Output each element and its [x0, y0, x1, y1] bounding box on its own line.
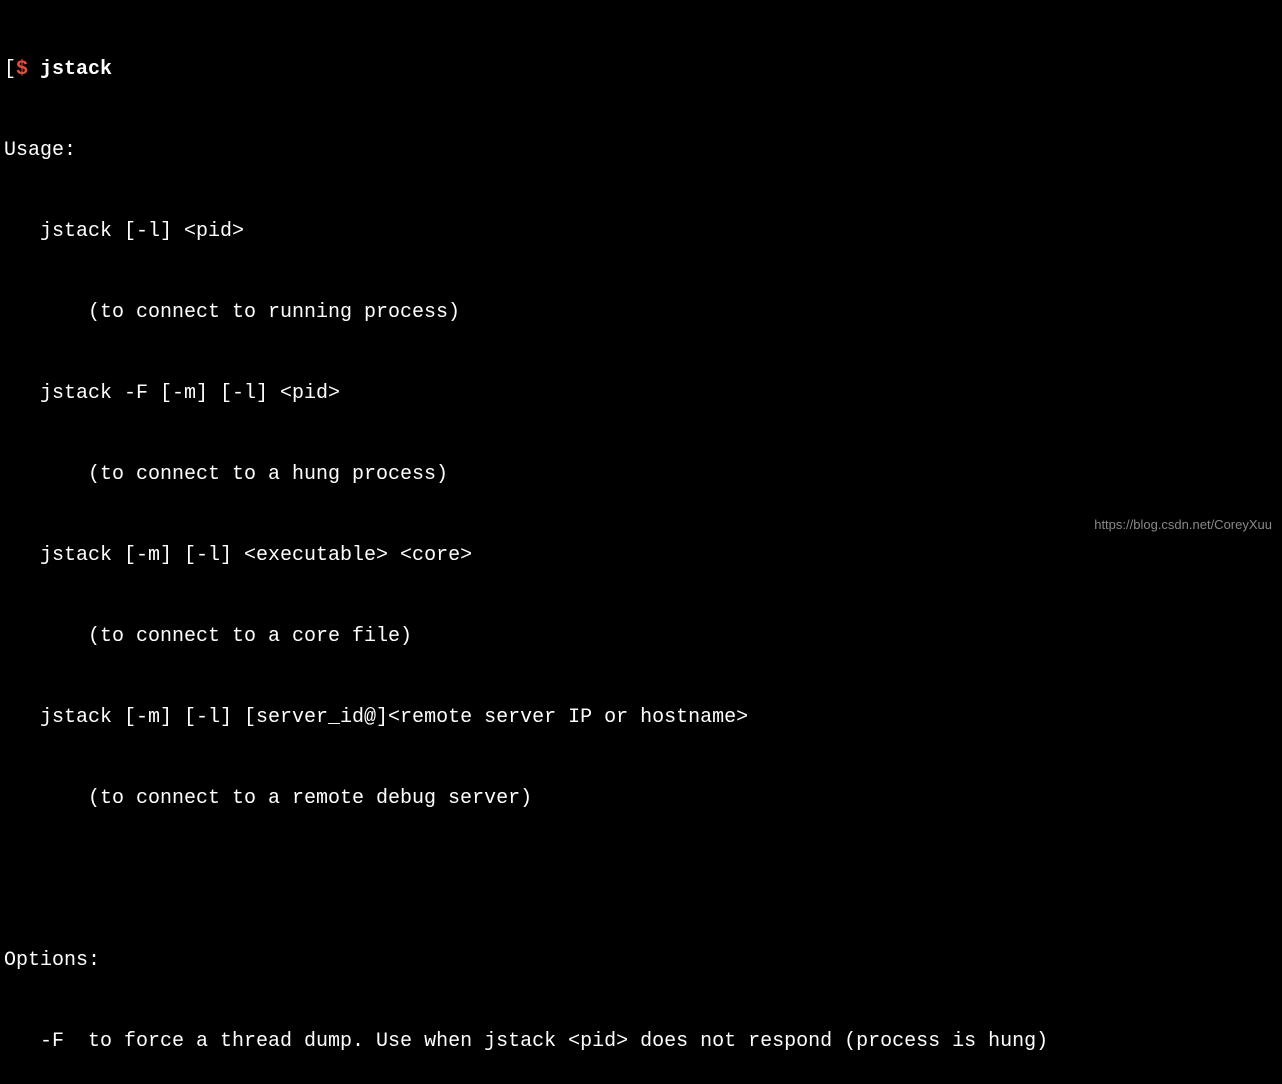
usage-line: jstack -F [-m] [-l] <pid>: [4, 380, 1278, 407]
usage-line: jstack [-m] [-l] <executable> <core>: [4, 542, 1278, 569]
usage-line: (to connect to a hung process): [4, 461, 1278, 488]
command-input: jstack: [40, 58, 112, 81]
watermark-text: https://blog.csdn.net/CoreyXuu: [1094, 516, 1272, 534]
prompt-bracket: [: [4, 58, 16, 81]
usage-line: (to connect to a core file): [4, 623, 1278, 650]
usage-line: (to connect to a remote debug server): [4, 785, 1278, 812]
option-line: -F to force a thread dump. Use when jsta…: [4, 1028, 1278, 1055]
usage-line: jstack [-l] <pid>: [4, 218, 1278, 245]
prompt-dollar: $: [16, 58, 28, 81]
usage-header: Usage:: [4, 137, 1278, 164]
blank-line: [4, 866, 1278, 893]
prompt-line[interactable]: [$ jstack: [4, 56, 1278, 83]
usage-line: (to connect to running process): [4, 299, 1278, 326]
usage-line: jstack [-m] [-l] [server_id@]<remote ser…: [4, 704, 1278, 731]
options-header: Options:: [4, 947, 1278, 974]
terminal-output: [$ jstack Usage: jstack [-l] <pid> (to c…: [4, 2, 1278, 1084]
